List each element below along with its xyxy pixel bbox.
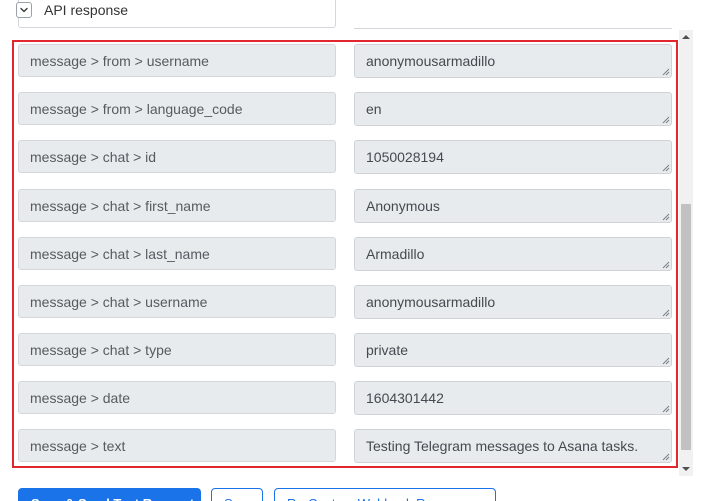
section-title: API response — [44, 2, 129, 18]
save-and-send-test-request-button[interactable]: Save & Send Test Request — [18, 488, 201, 501]
scroll-up-icon[interactable] — [679, 30, 693, 44]
api-response-header: API response — [16, 2, 128, 18]
save-button[interactable]: Save — [211, 488, 263, 501]
scroll-down-icon[interactable] — [679, 462, 693, 476]
scrollbar[interactable] — [679, 30, 693, 476]
previous-value-field — [354, 0, 672, 29]
api-response-panel: API response message > from > username a… — [0, 0, 726, 501]
highlight-box — [12, 40, 678, 468]
chevron-down-icon[interactable] — [16, 2, 32, 18]
scrollbar-thumb[interactable] — [681, 204, 691, 450]
recapture-webhook-response-button[interactable]: Re-Capture Webhook Response — [274, 488, 496, 501]
